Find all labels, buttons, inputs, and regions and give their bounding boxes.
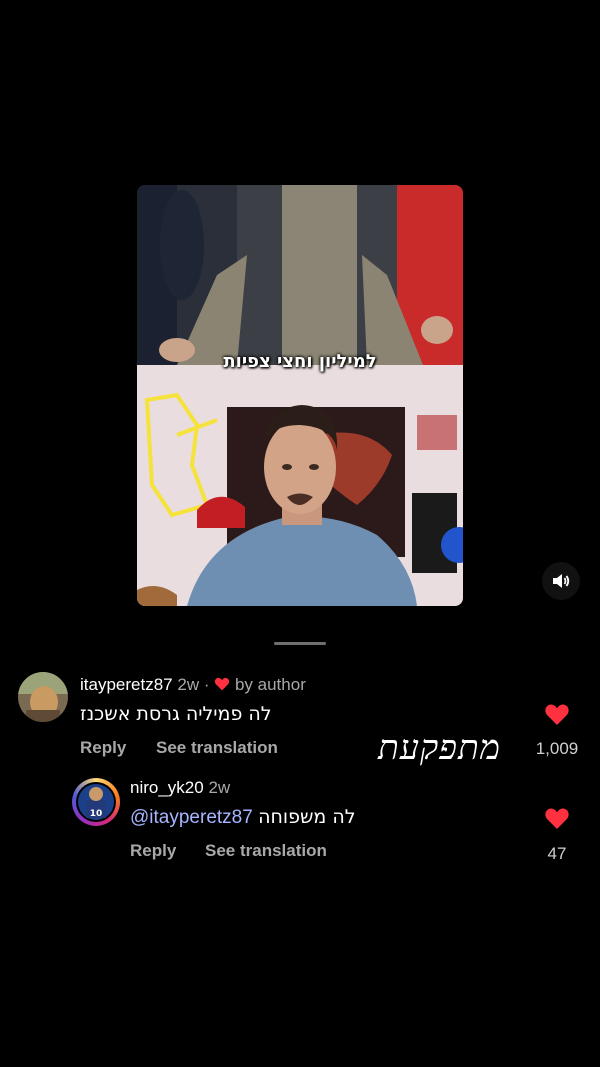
like-count: 47 — [547, 844, 567, 863]
avatar[interactable] — [18, 672, 68, 722]
handwritten-overlay-text: מתפקעת — [378, 728, 501, 768]
comment-username[interactable]: niro_yk20 — [130, 778, 204, 797]
comment-text-row: @itayperetz87 לה משפוחה — [130, 806, 356, 829]
like-count: 1,009 — [535, 739, 579, 758]
like-heart-icon[interactable] — [544, 807, 570, 830]
heart-icon — [215, 677, 230, 691]
video-frame-illustration — [137, 185, 463, 606]
meta-separator: · — [203, 675, 210, 694]
video-caption: למיליון וחצי צפיות — [223, 351, 377, 372]
avatar[interactable]: 10 — [72, 778, 120, 826]
avatar-image — [18, 672, 68, 722]
comment-time: 2w — [208, 778, 231, 797]
comment-username[interactable]: itayperetz87 — [80, 675, 173, 694]
sound-toggle-button[interactable] — [542, 562, 580, 600]
comment-text: לה משפוחה — [258, 806, 356, 828]
like-heart-icon[interactable] — [544, 703, 570, 726]
comment-time: 2w — [177, 675, 200, 694]
comment-text: לה פמיליה גרסת אשכנז — [80, 703, 272, 725]
mention-link[interactable]: @itayperetz87 — [130, 807, 253, 828]
author-badge-text: by author — [234, 675, 306, 694]
see-translation-button[interactable]: See translation — [156, 738, 278, 758]
speaker-icon — [553, 574, 570, 588]
avatar-image: 10 — [76, 782, 116, 822]
reply-button[interactable]: Reply — [80, 738, 126, 758]
video-preview[interactable]: למיליון וחצי צפיות — [137, 185, 463, 606]
reply-button[interactable]: Reply — [130, 841, 176, 861]
svg-text:10: 10 — [90, 809, 103, 819]
author-like-badge: by author — [214, 675, 306, 694]
see-translation-button[interactable]: See translation — [205, 841, 327, 861]
sheet-drag-handle[interactable] — [274, 642, 326, 645]
